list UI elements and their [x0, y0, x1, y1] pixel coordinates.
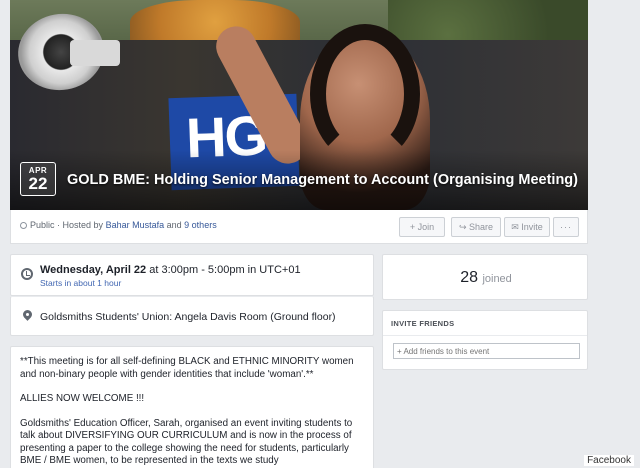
host-link[interactable]: Bahar Mustafa [106, 220, 165, 230]
add-friends-input[interactable] [393, 343, 580, 359]
envelope-icon: ✉ [511, 222, 522, 232]
hosted-by-text: · Hosted by [57, 220, 104, 230]
event-datetime: Wednesday, April 22 at 3:00pm - 5:00pm i… [40, 264, 301, 276]
more-options-button[interactable]: ··· [553, 217, 579, 237]
location-pin-icon [23, 310, 32, 322]
source-watermark: Facebook [584, 455, 634, 466]
event-date-badge: APR 22 [20, 162, 56, 196]
joined-label: joined [482, 273, 512, 285]
share-button[interactable]: ↪ Share [451, 217, 501, 237]
clock-icon [21, 268, 33, 280]
description-paragraph: Goldsmiths' Education Officer, Sarah, or… [20, 417, 353, 467]
invite-label: Invite [521, 222, 543, 232]
share-arrow-icon: ↪ [458, 222, 469, 232]
invite-friends-heading: INVITE FRIENDS [391, 319, 455, 328]
invite-friends-card: INVITE FRIENDS [382, 310, 588, 370]
share-label: Share [469, 222, 494, 232]
event-starts-in: Starts in about 1 hour [40, 278, 122, 288]
divider [383, 335, 587, 336]
globe-icon [20, 222, 27, 229]
and-text: and [166, 220, 182, 230]
event-date-text: Wednesday, April 22 [40, 264, 147, 276]
event-info-bar: Public · Hosted by Bahar Mustafa and 9 o… [10, 210, 588, 244]
privacy-label: Public [30, 220, 55, 230]
description-paragraph: **This meeting is for all self-defining … [20, 356, 354, 380]
joined-count-card[interactable]: 28 joined [382, 254, 588, 300]
invite-button[interactable]: ✉ Invite [504, 217, 550, 237]
event-location-card: Goldsmiths Students' Union: Angela Davis… [10, 296, 374, 336]
joined-count: 28 joined [383, 269, 589, 287]
join-button[interactable]: + Join [399, 217, 445, 237]
cover-hair [310, 24, 420, 164]
event-host-line: Public · Hosted by Bahar Mustafa and 9 o… [20, 220, 217, 230]
joined-number: 28 [460, 269, 478, 286]
description-paragraph: ALLIES NOW WELCOME !!! [20, 393, 145, 404]
event-time-card: Wednesday, April 22 at 3:00pm - 5:00pm i… [10, 254, 374, 296]
others-link[interactable]: 9 others [184, 220, 217, 230]
event-location[interactable]: Goldsmiths Students' Union: Angela Davis… [40, 311, 336, 323]
event-date-day: 22 [28, 174, 48, 193]
event-title: GOLD BME: Holding Senior Management to A… [67, 172, 578, 188]
event-description-card: **This meeting is for all self-defining … [10, 346, 374, 468]
event-time-text: at 3:00pm - 5:00pm in UTC+01 [149, 264, 301, 276]
event-description: **This meeting is for all self-defining … [11, 347, 373, 468]
cover-megaphone-handle [70, 40, 120, 66]
